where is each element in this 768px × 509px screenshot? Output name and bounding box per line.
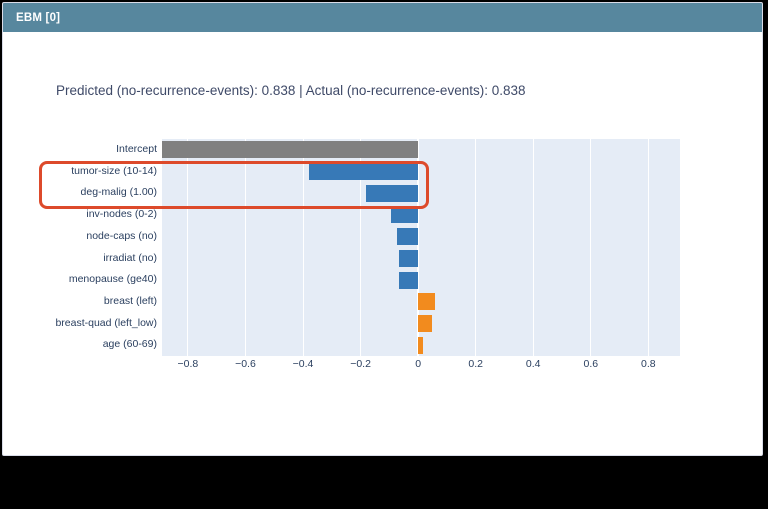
bar-irradiat-no — [399, 250, 418, 267]
chart-plot-wrap: Intercepttumor-size (10-14)deg-malig (1.… — [3, 3, 763, 456]
bar-breast-quad-left-low — [418, 315, 432, 332]
y-label-5: irradiat (no) — [31, 248, 157, 270]
x-tick-label-2: −0.4 — [293, 358, 314, 370]
y-label-3: inv-nodes (0-2) — [31, 204, 157, 226]
bar-breast-left — [418, 293, 435, 310]
y-label-7: breast (left) — [31, 291, 157, 313]
y-label-9: age (60-69) — [31, 334, 157, 356]
y-label-2: deg-malig (1.00) — [31, 182, 157, 204]
bar-age-60-69 — [418, 337, 423, 354]
y-label-1: tumor-size (10-14) — [31, 161, 157, 183]
grid-line — [590, 139, 591, 356]
y-label-4: node-caps (no) — [31, 226, 157, 248]
x-tick-label-1: −0.6 — [235, 358, 256, 370]
x-tick-label-6: 0.4 — [526, 358, 541, 370]
bar-deg-malig-1-00 — [366, 185, 418, 202]
x-tick-label-3: −0.2 — [350, 358, 371, 370]
y-axis-labels: Intercepttumor-size (10-14)deg-malig (1.… — [31, 139, 157, 356]
plot-area — [162, 139, 680, 356]
bar-node-caps-no — [397, 228, 419, 245]
x-tick-label-0: −0.8 — [178, 358, 199, 370]
grid-line — [475, 139, 476, 356]
bar-intercept — [162, 141, 418, 158]
grid-line — [303, 139, 304, 356]
grid-line — [648, 139, 649, 356]
x-axis-ticks: −0.8 −0.6 −0.4 −0.2 0 0.2 0.4 0.6 0.8 — [162, 358, 680, 374]
y-label-0: Intercept — [31, 139, 157, 161]
x-tick-label-4: 0 — [415, 358, 421, 370]
page-background: { "window": { "header_title": "EBM [0]" … — [0, 0, 768, 509]
y-label-6: menopause (ge40) — [31, 269, 157, 291]
bar-tumor-size-10-14 — [309, 163, 418, 180]
grid-line — [187, 139, 188, 356]
x-tick-label-5: 0.2 — [468, 358, 483, 370]
x-tick-label-7: 0.6 — [583, 358, 598, 370]
x-tick-label-8: 0.8 — [641, 358, 656, 370]
y-label-8: breast-quad (left_low) — [31, 313, 157, 335]
bar-inv-nodes-0-2 — [391, 206, 418, 223]
grid-line — [245, 139, 246, 356]
grid-line — [533, 139, 534, 356]
ebm-explanation-card: EBM [0] Predicted (no-recurrence-events)… — [2, 2, 763, 456]
bar-menopause-ge40 — [399, 272, 418, 289]
